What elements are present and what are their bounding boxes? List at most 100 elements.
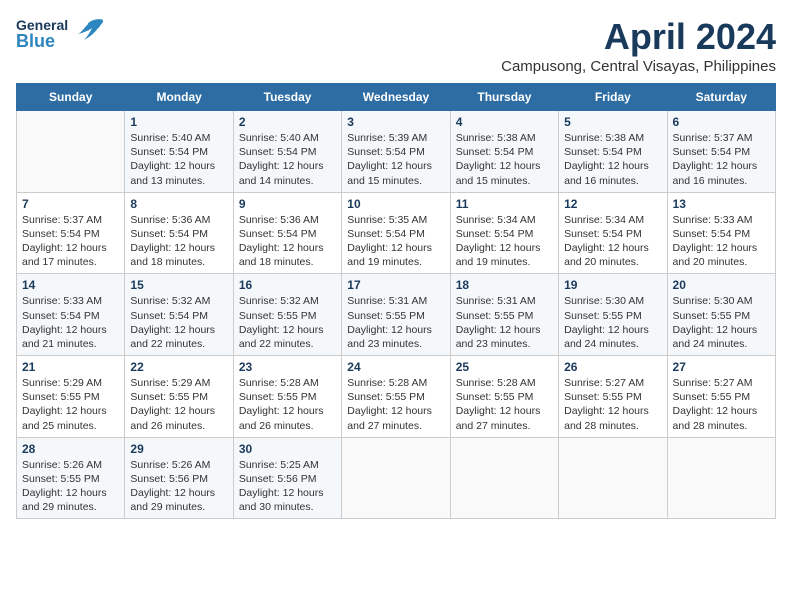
calendar-week-row: 28 Sunrise: 5:26 AM Sunset: 5:55 PM Dayli… bbox=[17, 437, 776, 519]
header: General Blue April 2024 Campusong, Centr… bbox=[16, 16, 776, 75]
calendar-cell bbox=[342, 437, 450, 519]
day-number: 19 bbox=[564, 278, 661, 292]
calendar-header-tuesday: Tuesday bbox=[233, 84, 341, 111]
day-number: 22 bbox=[130, 360, 227, 374]
day-number: 28 bbox=[22, 442, 119, 456]
calendar-header-friday: Friday bbox=[559, 84, 667, 111]
day-number: 18 bbox=[456, 278, 553, 292]
calendar-cell: 9Sunrise: 5:36 AM Sunset: 5:54 PM Daylig… bbox=[233, 192, 341, 274]
day-info: Sunrise: 5:26 AM Sunset: 5:56 PM Dayligh… bbox=[130, 458, 227, 515]
calendar-cell bbox=[667, 437, 775, 519]
day-number: 6 bbox=[673, 115, 770, 129]
logo-blue: Blue bbox=[16, 32, 68, 50]
calendar-header-sunday: Sunday bbox=[17, 84, 125, 111]
day-info: Sunrise: 5:27 AM Sunset: 5:55 PM Dayligh… bbox=[673, 376, 770, 433]
calendar-cell: 2 Sunrise: 5:40 AM Sunset: 5:54 PM Daylig… bbox=[233, 111, 341, 193]
subtitle: Campusong, Central Visayas, Philippines bbox=[501, 58, 776, 75]
day-number: 25 bbox=[456, 360, 553, 374]
calendar-cell: 4 Sunrise: 5:38 AM Sunset: 5:54 PM Daylig… bbox=[450, 111, 558, 193]
day-info: Sunrise: 5:28 AM Sunset: 5:55 PM Dayligh… bbox=[239, 376, 336, 433]
day-info: Sunrise: 5:36 AM Sunset: 5:54 PM Dayligh… bbox=[130, 213, 227, 270]
calendar-cell: 28 Sunrise: 5:26 AM Sunset: 5:55 PM Dayli… bbox=[17, 437, 125, 519]
logo: General Blue bbox=[16, 16, 106, 51]
calendar-cell: 29 Sunrise: 5:26 AM Sunset: 5:56 PM Dayli… bbox=[125, 437, 233, 519]
day-number: 14 bbox=[22, 278, 119, 292]
day-info: Sunrise: 5:28 AM Sunset: 5:55 PM Dayligh… bbox=[456, 376, 553, 433]
calendar-cell: 3Sunrise: 5:39 AM Sunset: 5:54 PM Daylig… bbox=[342, 111, 450, 193]
calendar-week-row: 14 Sunrise: 5:33 AM Sunset: 5:54 PM Dayli… bbox=[17, 274, 776, 356]
day-info: Sunrise: 5:37 AM Sunset: 5:54 PM Dayligh… bbox=[22, 213, 119, 270]
day-info: Sunrise: 5:29 AM Sunset: 5:55 PM Dayligh… bbox=[130, 376, 227, 433]
calendar-cell: 14 Sunrise: 5:33 AM Sunset: 5:54 PM Dayli… bbox=[17, 274, 125, 356]
calendar-cell: 18Sunrise: 5:31 AM Sunset: 5:55 PM Dayli… bbox=[450, 274, 558, 356]
day-number: 8 bbox=[130, 197, 227, 211]
day-number: 15 bbox=[130, 278, 227, 292]
day-number: 26 bbox=[564, 360, 661, 374]
day-info: Sunrise: 5:38 AM Sunset: 5:54 PM Dayligh… bbox=[456, 131, 553, 188]
day-number: 21 bbox=[22, 360, 119, 374]
calendar-week-row: 1Sunrise: 5:40 AM Sunset: 5:54 PM Daylig… bbox=[17, 111, 776, 193]
day-info: Sunrise: 5:39 AM Sunset: 5:54 PM Dayligh… bbox=[347, 131, 444, 188]
calendar-cell bbox=[17, 111, 125, 193]
day-info: Sunrise: 5:29 AM Sunset: 5:55 PM Dayligh… bbox=[22, 376, 119, 433]
calendar-cell: 22 Sunrise: 5:29 AM Sunset: 5:55 PM Dayli… bbox=[125, 356, 233, 438]
calendar-cell: 25 Sunrise: 5:28 AM Sunset: 5:55 PM Dayli… bbox=[450, 356, 558, 438]
day-info: Sunrise: 5:30 AM Sunset: 5:55 PM Dayligh… bbox=[564, 294, 661, 351]
day-number: 23 bbox=[239, 360, 336, 374]
calendar-cell: 26 Sunrise: 5:27 AM Sunset: 5:55 PM Dayli… bbox=[559, 356, 667, 438]
day-number: 4 bbox=[456, 115, 553, 129]
day-number: 7 bbox=[22, 197, 119, 211]
calendar-cell: 7 Sunrise: 5:37 AM Sunset: 5:54 PM Daylig… bbox=[17, 192, 125, 274]
day-number: 17 bbox=[347, 278, 444, 292]
day-info: Sunrise: 5:33 AM Sunset: 5:54 PM Dayligh… bbox=[673, 213, 770, 270]
day-info: Sunrise: 5:26 AM Sunset: 5:55 PM Dayligh… bbox=[22, 458, 119, 515]
day-info: Sunrise: 5:36 AM Sunset: 5:54 PM Dayligh… bbox=[239, 213, 336, 270]
calendar-cell: 24 Sunrise: 5:28 AM Sunset: 5:55 PM Dayli… bbox=[342, 356, 450, 438]
day-info: Sunrise: 5:28 AM Sunset: 5:55 PM Dayligh… bbox=[347, 376, 444, 433]
day-info: Sunrise: 5:30 AM Sunset: 5:55 PM Dayligh… bbox=[673, 294, 770, 351]
calendar-cell: 16Sunrise: 5:32 AM Sunset: 5:55 PM Dayli… bbox=[233, 274, 341, 356]
day-number: 11 bbox=[456, 197, 553, 211]
calendar-cell: 8 Sunrise: 5:36 AM Sunset: 5:54 PM Daylig… bbox=[125, 192, 233, 274]
calendar-cell: 13 Sunrise: 5:33 AM Sunset: 5:54 PM Dayli… bbox=[667, 192, 775, 274]
day-number: 20 bbox=[673, 278, 770, 292]
day-number: 2 bbox=[239, 115, 336, 129]
calendar-cell: 19 Sunrise: 5:30 AM Sunset: 5:55 PM Dayli… bbox=[559, 274, 667, 356]
day-info: Sunrise: 5:32 AM Sunset: 5:54 PM Dayligh… bbox=[130, 294, 227, 351]
day-info: Sunrise: 5:33 AM Sunset: 5:54 PM Dayligh… bbox=[22, 294, 119, 351]
calendar-week-row: 7 Sunrise: 5:37 AM Sunset: 5:54 PM Daylig… bbox=[17, 192, 776, 274]
logo-bird-icon bbox=[74, 16, 106, 51]
calendar-cell: 21 Sunrise: 5:29 AM Sunset: 5:55 PM Dayli… bbox=[17, 356, 125, 438]
day-info: Sunrise: 5:37 AM Sunset: 5:54 PM Dayligh… bbox=[673, 131, 770, 188]
calendar-header-saturday: Saturday bbox=[667, 84, 775, 111]
calendar-cell: 11Sunrise: 5:34 AM Sunset: 5:54 PM Dayli… bbox=[450, 192, 558, 274]
calendar-cell: 15 Sunrise: 5:32 AM Sunset: 5:54 PM Dayli… bbox=[125, 274, 233, 356]
day-number: 16 bbox=[239, 278, 336, 292]
day-info: Sunrise: 5:40 AM Sunset: 5:54 PM Dayligh… bbox=[239, 131, 336, 188]
calendar-header-thursday: Thursday bbox=[450, 84, 558, 111]
logo-text-block: General Blue bbox=[16, 18, 68, 50]
day-number: 5 bbox=[564, 115, 661, 129]
calendar-cell: 27 Sunrise: 5:27 AM Sunset: 5:55 PM Dayli… bbox=[667, 356, 775, 438]
calendar-cell: 30 Sunrise: 5:25 AM Sunset: 5:56 PM Dayli… bbox=[233, 437, 341, 519]
calendar-cell: 23 Sunrise: 5:28 AM Sunset: 5:55 PM Dayli… bbox=[233, 356, 341, 438]
calendar-cell: 17 Sunrise: 5:31 AM Sunset: 5:55 PM Dayli… bbox=[342, 274, 450, 356]
day-number: 12 bbox=[564, 197, 661, 211]
day-number: 29 bbox=[130, 442, 227, 456]
day-number: 27 bbox=[673, 360, 770, 374]
day-number: 24 bbox=[347, 360, 444, 374]
calendar-cell: 6 Sunrise: 5:37 AM Sunset: 5:54 PM Daylig… bbox=[667, 111, 775, 193]
day-info: Sunrise: 5:27 AM Sunset: 5:55 PM Dayligh… bbox=[564, 376, 661, 433]
calendar-cell bbox=[559, 437, 667, 519]
day-info: Sunrise: 5:25 AM Sunset: 5:56 PM Dayligh… bbox=[239, 458, 336, 515]
day-info: Sunrise: 5:38 AM Sunset: 5:54 PM Dayligh… bbox=[564, 131, 661, 188]
day-number: 10 bbox=[347, 197, 444, 211]
calendar-header-row: SundayMondayTuesdayWednesdayThursdayFrid… bbox=[17, 84, 776, 111]
calendar-cell: 10Sunrise: 5:35 AM Sunset: 5:54 PM Dayli… bbox=[342, 192, 450, 274]
calendar-cell bbox=[450, 437, 558, 519]
day-number: 30 bbox=[239, 442, 336, 456]
calendar-table: SundayMondayTuesdayWednesdayThursdayFrid… bbox=[16, 83, 776, 519]
day-number: 13 bbox=[673, 197, 770, 211]
day-info: Sunrise: 5:31 AM Sunset: 5:55 PM Dayligh… bbox=[347, 294, 444, 351]
calendar-header-wednesday: Wednesday bbox=[342, 84, 450, 111]
